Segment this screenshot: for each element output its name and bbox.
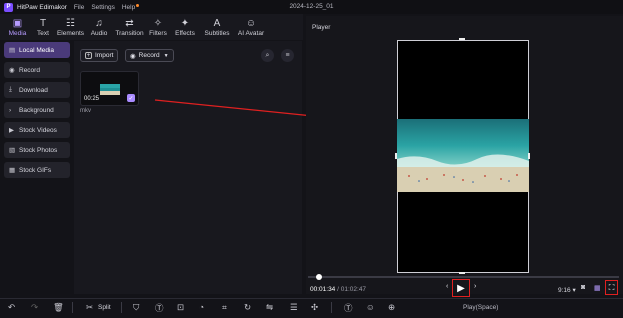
ai-subtitle-icon[interactable]: Ⓣ <box>344 302 353 314</box>
adjust-icon[interactable]: ☰ <box>290 302 298 313</box>
current-time: 00:01:34 <box>310 286 336 293</box>
fullscreen-icon: ⛶ <box>608 282 615 292</box>
divider <box>331 302 332 313</box>
delete-icon[interactable]: 🗑 <box>53 302 64 313</box>
time-display: 00:01:34 / 01:02:47 <box>310 286 367 293</box>
voice-icon[interactable]: ☺ <box>366 302 375 312</box>
status-hint: Play(Space) <box>463 304 499 311</box>
redo-icon[interactable]: ↷ <box>31 302 38 313</box>
total-time: 01:02:47 <box>340 286 367 293</box>
play-button[interactable]: ▶ <box>452 279 470 297</box>
player-title: Player <box>312 24 331 31</box>
resize-handle-top[interactable] <box>459 38 465 40</box>
speed-icon[interactable]: ◔ <box>199 302 204 312</box>
shield-icon[interactable]: ⛉ <box>133 302 139 313</box>
previous-frame-icon[interactable]: ‹ <box>446 283 448 290</box>
undo-icon[interactable]: ↶ <box>8 302 15 313</box>
freeze-frame-icon[interactable]: ✣ <box>311 302 318 313</box>
crop-tool-icon[interactable]: ⊡ <box>177 302 184 313</box>
snapshot-icon[interactable]: ◙ <box>581 284 585 291</box>
rotate-icon[interactable]: ↻ <box>244 302 251 313</box>
resize-handle-bottom[interactable] <box>459 272 465 274</box>
divider <box>121 302 122 313</box>
fullscreen-button[interactable]: ⛶ <box>605 280 618 295</box>
grid-icon[interactable]: ▦ <box>594 284 601 292</box>
mirror-icon[interactable]: ⇋ <box>266 302 273 313</box>
play-icon: ▶ <box>457 282 465 294</box>
aspect-ratio-selector[interactable]: 9:16 ▾ <box>558 286 576 294</box>
crop-icon[interactable]: ⌗ <box>222 302 227 313</box>
playback-progress-bar[interactable] <box>308 276 619 278</box>
split-label[interactable]: Split <box>98 304 111 311</box>
resize-handle-left[interactable] <box>395 153 397 159</box>
video-frame <box>397 119 529 192</box>
sticker-icon[interactable]: ⊕ <box>388 302 395 313</box>
divider <box>72 302 73 313</box>
text-tool-icon[interactable]: Ⓣ <box>155 302 164 314</box>
next-frame-icon[interactable]: › <box>474 283 476 290</box>
split-icon[interactable]: ✂ <box>86 302 93 313</box>
resize-handle-right[interactable] <box>528 153 530 159</box>
